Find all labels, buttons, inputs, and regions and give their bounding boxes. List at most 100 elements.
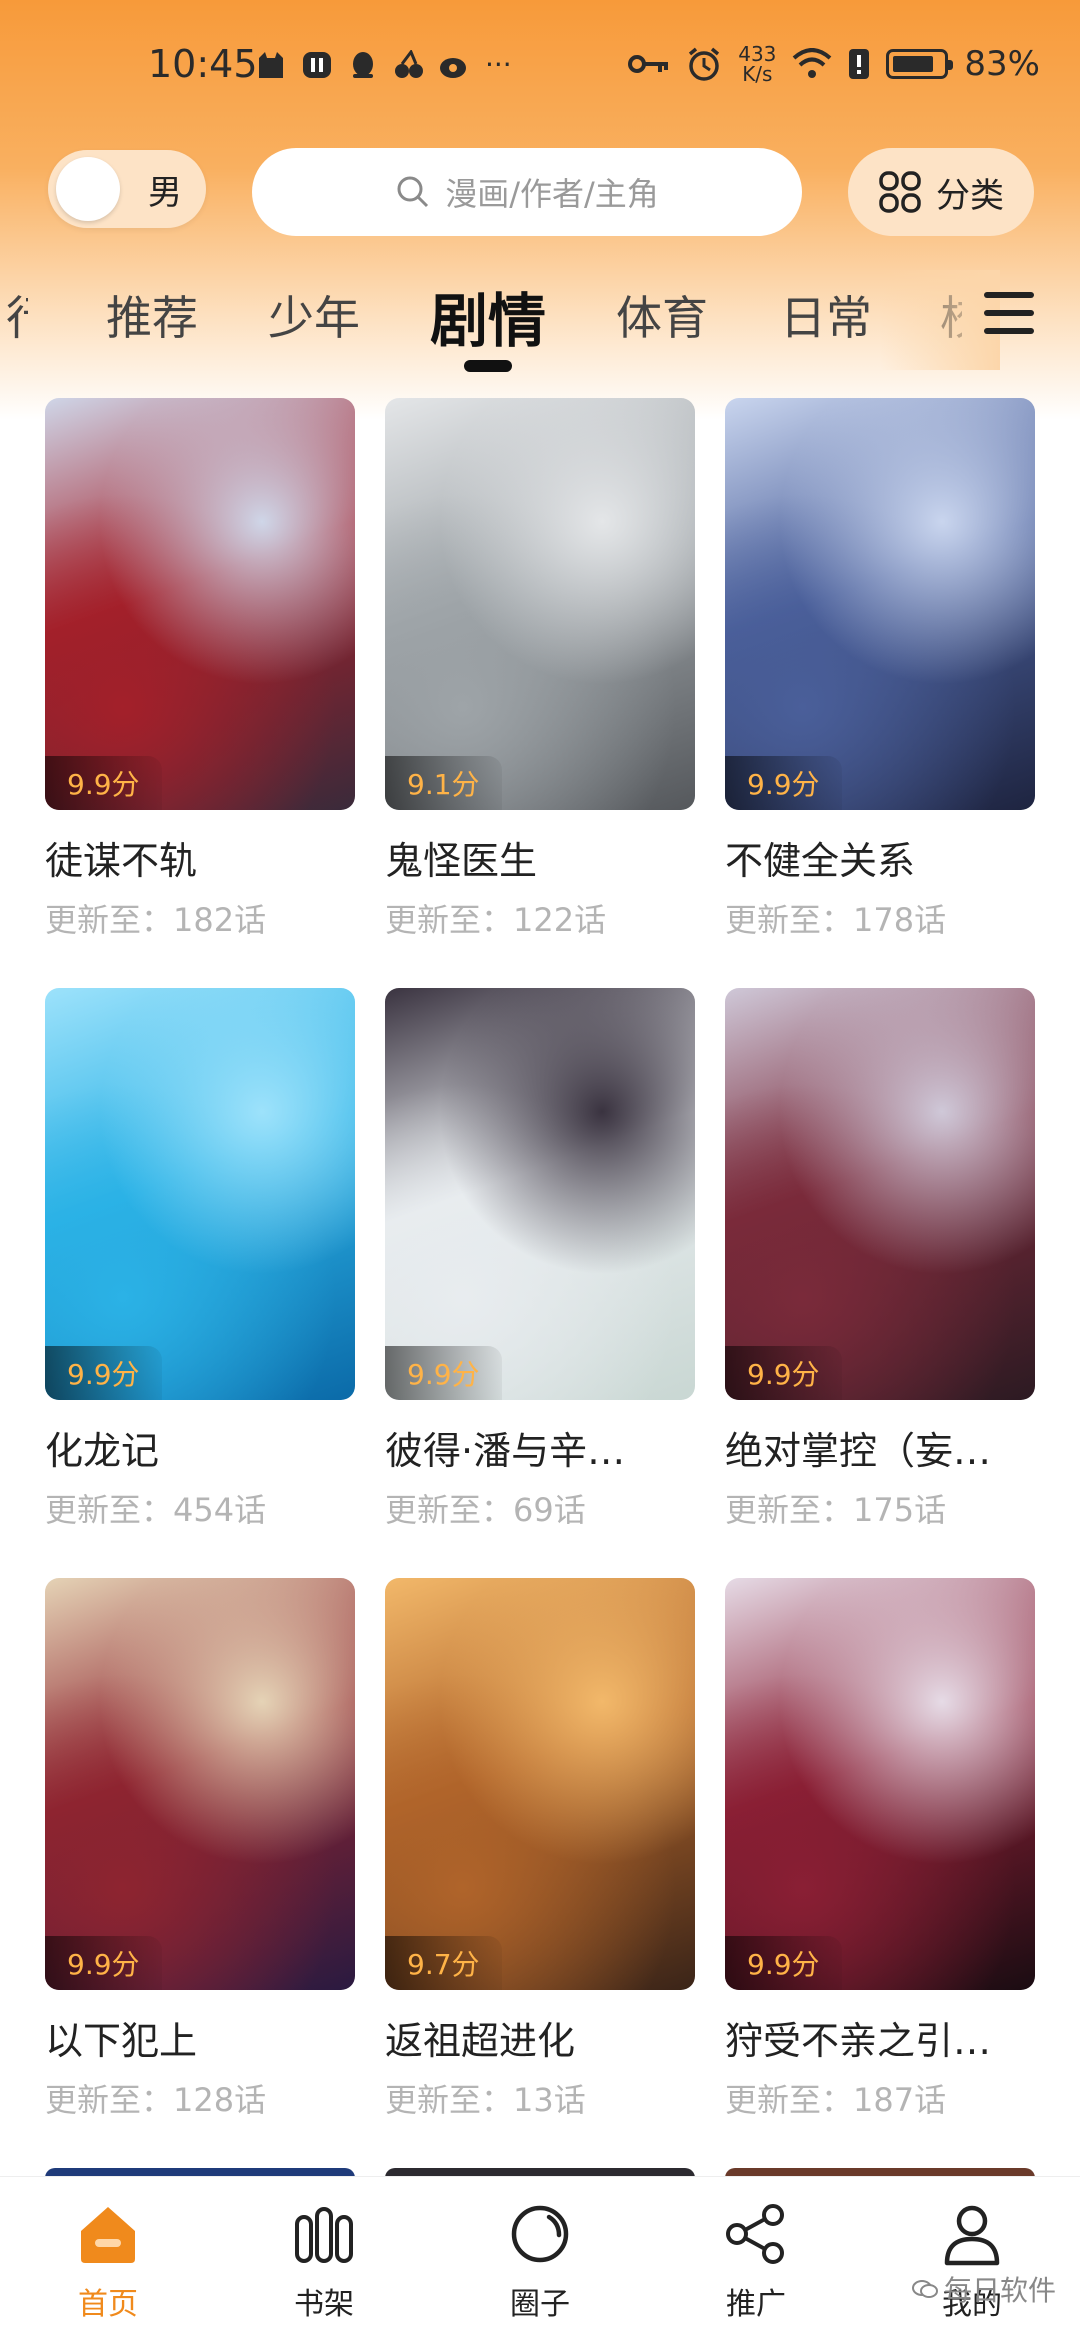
comic-cover[interactable]: 9.9分 <box>45 1578 355 1990</box>
cover-art <box>45 1578 355 1990</box>
comic-card[interactable]: 9.9分 以下犯上 更新至：128话 <box>45 1578 355 2121</box>
tab-fade <box>880 270 1000 370</box>
cover-art <box>45 988 355 1400</box>
tab-daily[interactable]: 日常 <box>780 282 872 348</box>
toggle-knob <box>56 157 120 221</box>
comic-cover[interactable]: 9.9分 <box>725 1578 1035 1990</box>
comic-card[interactable]: 9.9分 绝对掌控（妄… 更新至：175话 <box>725 988 1035 1531</box>
share-icon <box>726 2204 784 2264</box>
comic-card[interactable]: 9.9分 化龙记 更新至：454话 <box>45 988 355 1531</box>
nav-promote[interactable]: 推广 <box>696 2199 816 2323</box>
notification-icons: ··· <box>255 48 512 81</box>
tab-sports[interactable]: 体育 <box>616 282 708 348</box>
comic-title[interactable]: 徒谋不轨 <box>45 830 355 885</box>
circle-icon <box>511 2205 569 2263</box>
comic-title[interactable]: 绝对掌控（妄… <box>725 1420 1035 1475</box>
cover-art <box>385 1578 695 1990</box>
wifi-icon <box>793 48 832 78</box>
gender-toggle[interactable]: 男 <box>48 150 206 228</box>
nav-circle[interactable]: 圈子 <box>480 2199 600 2323</box>
cat-app-icon <box>259 51 283 78</box>
tab-active-indicator <box>464 360 512 372</box>
home-icon <box>81 2207 135 2263</box>
comic-card[interactable]: 9.9分 彼得·潘与辛… 更新至：69话 <box>385 988 695 1531</box>
profile-icon <box>944 2205 1000 2266</box>
menu-icon[interactable] <box>984 292 1034 334</box>
comic-update: 更新至：13话 <box>385 2081 586 2119</box>
comic-update: 更新至：182话 <box>45 901 267 939</box>
comic-score: 9.9分 <box>45 756 162 810</box>
comic-score: 9.9分 <box>725 1936 842 1990</box>
nav-label: 书架 <box>294 2287 354 2322</box>
comic-score: 9.7分 <box>385 1936 502 1990</box>
comic-title[interactable]: 狩受不亲之引… <box>725 2010 1035 2065</box>
search-input[interactable]: 漫画/作者/主角 <box>252 148 802 236</box>
tab-shounen[interactable]: 少年 <box>268 282 360 348</box>
key-icon <box>628 55 669 73</box>
comic-cover[interactable]: 9.9分 <box>45 398 355 810</box>
wechat-icon <box>911 2280 938 2298</box>
battery-percent: 83% <box>964 44 1040 84</box>
cover-art <box>45 398 355 810</box>
bottom-navigation: 首页 书架 圈子 推广 我的 每日软件 <box>0 2176 1080 2341</box>
comic-card[interactable]: 9.9分 徒谋不轨 更新至：182话 <box>45 398 355 941</box>
tab-drama[interactable]: 剧情 <box>430 274 546 358</box>
comic-score: 9.9分 <box>45 1936 162 1990</box>
comic-title[interactable]: 化龙记 <box>45 1420 355 1475</box>
qq-icon <box>353 51 373 78</box>
category-button[interactable]: 分类 <box>848 148 1034 236</box>
comic-update: 更新至：175话 <box>725 1491 947 1529</box>
comic-title[interactable]: 以下犯上 <box>45 2010 355 2065</box>
comic-update: 更新至：187话 <box>725 2081 947 2119</box>
comic-cover[interactable]: 9.9分 <box>725 398 1035 810</box>
comic-title[interactable]: 彼得·潘与辛… <box>385 1420 695 1475</box>
comic-title[interactable]: 返祖超进化 <box>385 2010 695 2065</box>
comic-card[interactable]: 9.9分 狩受不亲之引… 更新至：187话 <box>725 1578 1035 2121</box>
comic-update: 更新至：69话 <box>385 1491 586 1529</box>
tab-partial-left[interactable]: 行 <box>6 282 28 348</box>
cherry-icon <box>395 49 423 78</box>
category-label: 分类 <box>936 175 1004 216</box>
comic-cover[interactable]: 9.9分 <box>45 988 355 1400</box>
comic-cover[interactable]: 9.9分 <box>725 988 1035 1400</box>
comic-update: 更新至：454话 <box>45 1491 267 1529</box>
comic-card[interactable]: 9.7分 返祖超进化 更新至：13话 <box>385 1578 695 2121</box>
comic-card[interactable]: 9.1分 鬼怪医生 更新至：122话 <box>385 398 695 941</box>
comic-card[interactable]: 9.9分 不健全关系 更新至：178话 <box>725 398 1035 941</box>
cover-art <box>725 398 1035 810</box>
comic-title[interactable]: 不健全关系 <box>725 830 1035 885</box>
status-bar: 10:45 ··· 433 K/s 83% <box>0 0 1080 130</box>
comic-cover[interactable]: 9.7分 <box>385 1578 695 1990</box>
weibo-icon <box>440 57 466 78</box>
battery-icon <box>886 49 954 79</box>
app-badge-icon <box>303 51 331 78</box>
nav-bookshelf[interactable]: 书架 <box>264 2199 384 2323</box>
comic-update: 更新至：122话 <box>385 901 607 939</box>
network-speed: 433 K/s <box>738 42 777 86</box>
status-right: 433 K/s 83% <box>628 44 1040 84</box>
bookshelf-icon <box>295 2207 353 2263</box>
tab-recommend[interactable]: 推荐 <box>106 282 198 348</box>
search-placeholder: 漫画/作者/主角 <box>445 175 659 213</box>
sim-alert-icon <box>849 49 870 79</box>
search-icon <box>397 176 429 208</box>
cover-art <box>385 398 695 810</box>
cover-art <box>725 988 1035 1400</box>
comic-update: 更新至：128话 <box>45 2081 267 2119</box>
comic-cover[interactable]: 9.1分 <box>385 398 695 810</box>
category-grid-icon <box>879 171 921 213</box>
comic-score: 9.9分 <box>45 1346 162 1400</box>
more-notifications-icon: ··· <box>485 48 512 81</box>
category-tabs: 行 推荐 少年 剧情 体育 日常 校 <box>0 270 1080 380</box>
cover-art <box>385 988 695 1400</box>
comic-score: 9.9分 <box>385 1346 502 1400</box>
comic-title[interactable]: 鬼怪医生 <box>385 830 695 885</box>
comic-score: 9.9分 <box>725 1346 842 1400</box>
comic-update: 更新至：178话 <box>725 901 947 939</box>
gender-label: 男 <box>148 172 182 213</box>
watermark: 每日软件 <box>911 2269 1056 2309</box>
cover-art <box>725 1578 1035 1990</box>
nav-label: 圈子 <box>510 2287 570 2322</box>
comic-cover[interactable]: 9.9分 <box>385 988 695 1400</box>
nav-home[interactable]: 首页 <box>48 2199 168 2323</box>
